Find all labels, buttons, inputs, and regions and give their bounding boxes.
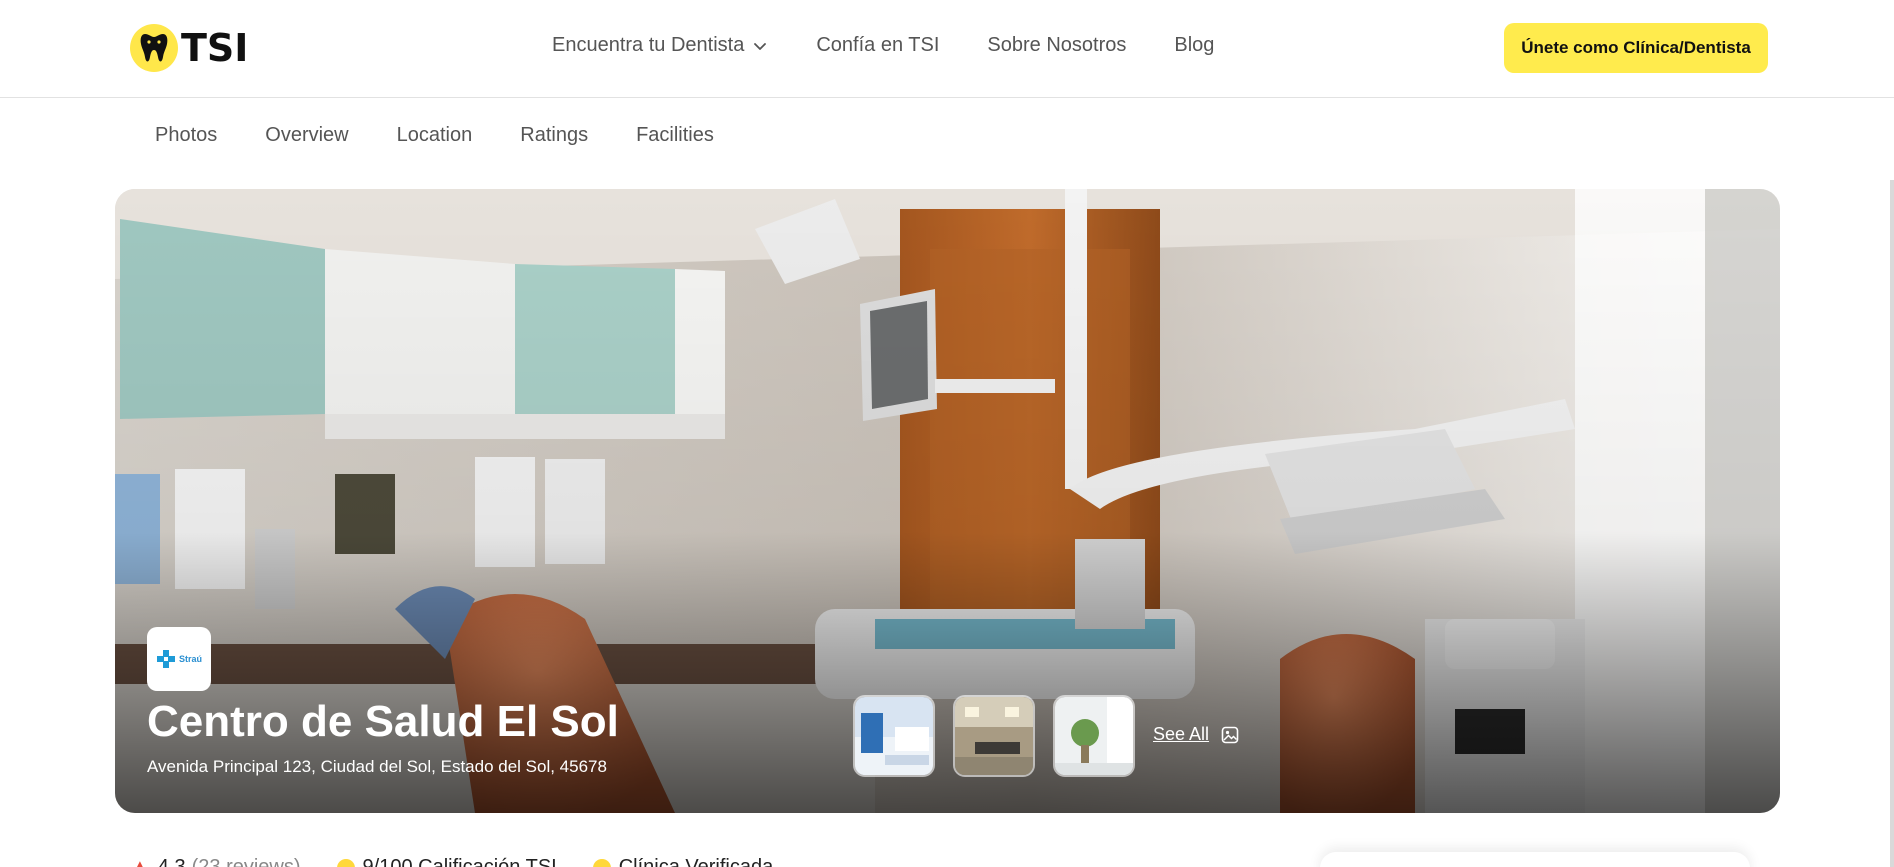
see-all-photos-link[interactable]: See All [1153, 724, 1239, 745]
top-header: TSI Encuentra tu Dentista Confía en TSI … [0, 0, 1894, 98]
verified-stat: Clínica Verificada [592, 856, 774, 867]
logo-text: TSI [181, 26, 249, 70]
see-all-label: See All [1153, 724, 1210, 744]
join-clinic-button[interactable]: Únete como Clínica/Dentista [1504, 23, 1768, 73]
image-gallery-icon [1221, 726, 1239, 744]
tab-photos[interactable]: Photos [155, 124, 217, 147]
main-nav: Encuentra tu Dentista Confía en TSI Sobr… [552, 34, 1214, 57]
tab-overview[interactable]: Overview [265, 124, 348, 147]
rating-value: 4.3 [157, 856, 186, 867]
nav-about-us[interactable]: Sobre Nosotros [987, 34, 1126, 57]
tsi-logo[interactable]: TSI [130, 23, 248, 73]
photo-thumbnail-2[interactable] [953, 695, 1035, 777]
hero-banner: Straú Centro de Salud El Sol Avenida Pri… [115, 189, 1780, 813]
verified-text: Clínica Verificada [618, 856, 774, 867]
tab-ratings[interactable]: Ratings [520, 124, 588, 147]
rating-note: (23 reviews) [191, 856, 301, 867]
tab-location[interactable]: Location [397, 124, 473, 147]
verified-badge-icon [592, 858, 611, 867]
clinic-logo: Straú [147, 627, 211, 691]
photo-thumbnail-1[interactable] [853, 695, 935, 777]
scrollbar-edge [1890, 180, 1894, 867]
nav-trust-tsi[interactable]: Confía en TSI [816, 34, 939, 57]
photo-thumbnail-3[interactable] [1053, 695, 1135, 777]
rating-stat[interactable]: ▲ 4.3 (23 reviews) [130, 856, 301, 867]
chevron-down-icon [752, 38, 768, 54]
clinic-stats-row: ▲ 4.3 (23 reviews) 9/100 Calificación TS… [130, 856, 809, 867]
nav-blog[interactable]: Blog [1174, 34, 1214, 57]
booking-card [1320, 852, 1750, 867]
score-badge-icon [336, 858, 355, 867]
star-icon: ▲ [130, 856, 150, 867]
clinic-address: Avenida Principal 123, Ciudad del Sol, E… [147, 757, 607, 776]
section-tabs: Photos Overview Location Ratings Facilit… [155, 124, 762, 147]
clinic-name: Centro de Salud El Sol [147, 697, 619, 746]
tab-facilities[interactable]: Facilities [636, 124, 714, 147]
medical-cross-icon [156, 650, 175, 668]
clinic-logo-text: Straú [178, 653, 202, 664]
tsi-score-text: 9/100 Calificación TSI [362, 856, 557, 867]
tooth-logo-icon [130, 24, 178, 72]
tsi-score-stat: 9/100 Calificación TSI [336, 856, 557, 867]
nav-find-dentist[interactable]: Encuentra tu Dentista [552, 34, 768, 57]
nav-find-dentist-label: Encuentra tu Dentista [552, 34, 745, 56]
